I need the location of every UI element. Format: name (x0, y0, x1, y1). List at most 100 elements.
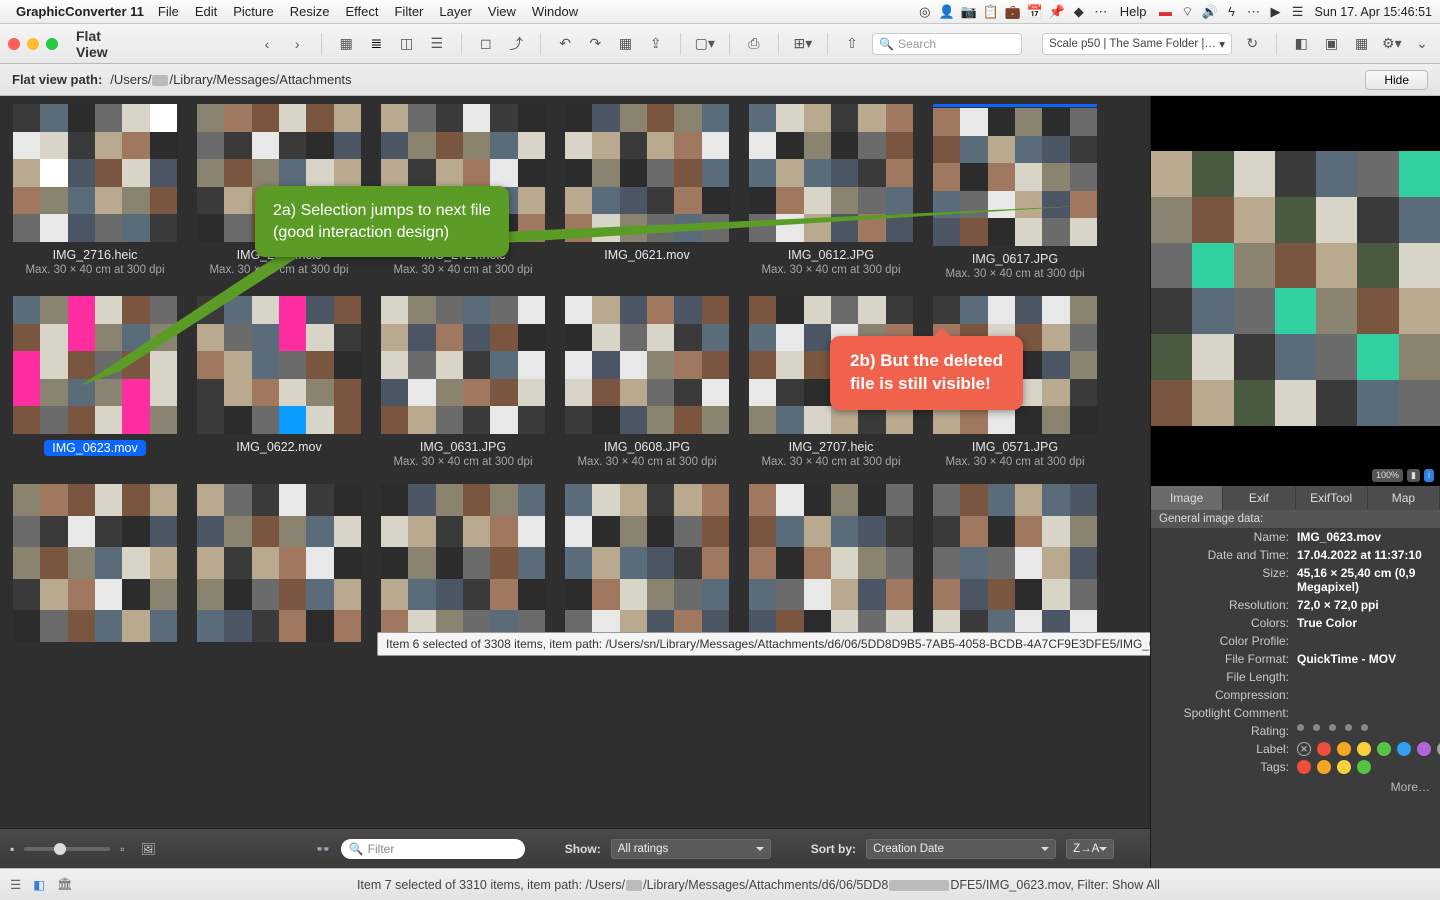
annotation-green: 2a) Selection jumps to next file (good i… (255, 186, 509, 257)
pathbar-label: Flat view path: (12, 72, 102, 87)
nav-forward-button[interactable]: › (287, 33, 307, 55)
histogram-icon[interactable]: ▮ (1407, 469, 1420, 482)
view-grid-icon[interactable]: ▦ (336, 33, 356, 55)
tab-image[interactable]: Image (1151, 486, 1223, 510)
menu-effect[interactable]: Effect (337, 4, 386, 19)
clock[interactable]: Sun 17. Apr 15:46:51 (1309, 5, 1432, 19)
browser-bottom-bar: ▪ ▫ 🖼 👓 🔍 Filter Show: All ratings Sort … (0, 828, 1150, 868)
calendar-icon[interactable]: 📅 (1024, 4, 1046, 20)
zoom-out-icon[interactable]: ▪ (10, 842, 14, 856)
info-filelength (1297, 670, 1432, 684)
zoom-badge[interactable]: 100% (1372, 469, 1403, 482)
menu-view[interactable]: View (480, 4, 524, 19)
filter-input[interactable]: 🔍 Filter (341, 839, 525, 859)
dots-icon[interactable]: ⋯ (1090, 4, 1112, 20)
pin-icon[interactable]: 📌 (1046, 4, 1068, 20)
status-bar: ☰ ◧ 🏛 Item 7 selected of 3310 items, ite… (0, 868, 1440, 900)
window-controls[interactable] (8, 38, 58, 50)
search-input[interactable]: 🔍 Search (872, 33, 1022, 55)
user-icon[interactable]: 👤 (936, 4, 958, 20)
rotate-left-icon[interactable]: ↶ (555, 33, 575, 55)
tab-exif[interactable]: Exif (1223, 486, 1295, 510)
bolt-icon[interactable]: ϟ (1221, 4, 1243, 19)
camera-icon[interactable]: 📷 (958, 4, 980, 20)
annotation-red: 2b) But the deleted file is still visibl… (830, 336, 1023, 410)
show-dropdown[interactable]: All ratings (611, 839, 771, 859)
panel-grid-icon[interactable]: ▦ (1352, 33, 1372, 55)
inspector: 100% ▮ i Image Exif ExifTool Map General… (1150, 96, 1440, 868)
reload-icon[interactable]: ↻ (1242, 33, 1262, 55)
toolbar: Flat View ‹ › ▦ ≣ ◫ ☰ ◻ ⤴ ↶ ↷ ▦ ⇪ ▢▾ ⎙ ⊞… (0, 24, 1440, 64)
menu-resize[interactable]: Resize (282, 4, 338, 19)
rating-dots[interactable] (1297, 724, 1432, 731)
view-columns-icon[interactable]: ◫ (397, 33, 417, 55)
briefcase-icon[interactable]: 💼 (1002, 4, 1024, 20)
clipboard-icon[interactable]: 📋 (980, 4, 1002, 20)
path-text[interactable]: /Users//Library/Messages/Attachments (110, 72, 351, 87)
info-icon[interactable]: i (1424, 469, 1434, 482)
menu-filter[interactable]: Filter (386, 4, 431, 19)
rotate-right-icon[interactable]: ↷ (585, 33, 605, 55)
sort-order-dropdown[interactable]: Z→A (1066, 839, 1114, 859)
picture-icon[interactable]: 🖼 (141, 842, 156, 856)
thumb-size-slider[interactable] (24, 847, 110, 851)
panel-image-icon[interactable]: ▣ (1321, 33, 1341, 55)
info-profile (1297, 634, 1432, 648)
batch-dropdown[interactable]: Scale p50 | The Same Folder |…▾ (1042, 33, 1232, 55)
glasses-icon[interactable]: 👓 (316, 842, 331, 856)
inspector-tabs: Image Exif ExifTool Map (1151, 486, 1440, 510)
volume-icon[interactable]: 🔊 (1199, 4, 1221, 20)
tag-icon[interactable]: ◆ (1068, 4, 1090, 20)
sort-dropdown[interactable]: Creation Date (866, 839, 1056, 859)
app-name[interactable]: GraphicConverter 11 (16, 4, 144, 19)
share-icon[interactable]: ⇧ (842, 33, 862, 55)
status-tooltip: Item 6 selected of 3308 items, item path… (377, 632, 1150, 656)
more-icon[interactable]: ⋯ (1243, 4, 1265, 20)
info-spotlight (1297, 706, 1432, 720)
tab-map[interactable]: Map (1368, 486, 1440, 510)
hide-button[interactable]: Hide (1365, 70, 1428, 90)
nav-back-button[interactable]: ‹ (257, 33, 277, 55)
menu-layer[interactable]: Layer (431, 4, 480, 19)
view-list-icon[interactable]: ≣ (366, 33, 386, 55)
flag-icon[interactable]: ▬ (1155, 4, 1177, 19)
more-button[interactable]: More… (1151, 776, 1440, 798)
redacted-icon (889, 880, 949, 891)
menu-help[interactable]: Help (1112, 4, 1155, 19)
export-icon[interactable]: ⇪ (646, 33, 666, 55)
screens-icon[interactable]: ▢▾ (695, 33, 715, 55)
inspector-header: General image data: (1151, 510, 1440, 528)
menu-edit[interactable]: Edit (187, 4, 225, 19)
info-resolution: 72,0 × 72,0 ppi (1297, 598, 1432, 612)
wifi-icon[interactable]: ⌔ (1177, 4, 1199, 20)
target-icon[interactable]: ◎ (914, 4, 936, 20)
menu-picture[interactable]: Picture (225, 4, 281, 19)
control-icon[interactable]: ☰ (1287, 4, 1309, 20)
zoom-in-icon[interactable]: ▫ (120, 842, 124, 856)
show-label: Show: (565, 842, 601, 856)
print-icon[interactable]: ⎙ (744, 33, 764, 55)
panel-left-icon[interactable]: ◧ (1291, 33, 1311, 55)
info-colors: True Color (1297, 616, 1432, 630)
play-icon[interactable]: ▶ (1265, 4, 1287, 20)
view-flat-icon[interactable]: ☰ (427, 33, 447, 55)
list-icon[interactable]: ☰ (10, 877, 21, 892)
gear-icon[interactable]: ⚙▾ (1382, 33, 1402, 55)
sidebar-icon[interactable]: ◧ (33, 877, 45, 892)
label-colors[interactable]: ✕ (1297, 742, 1440, 756)
grid-icon[interactable]: ⊞▾ (793, 33, 813, 55)
menubar: GraphicConverter 11 File Edit Picture Re… (0, 0, 1440, 24)
link-icon[interactable]: ⤴ (506, 33, 526, 55)
menu-file[interactable]: File (150, 4, 187, 19)
tab-exiftool[interactable]: ExifTool (1296, 486, 1368, 510)
chevron-icon[interactable]: ⌄ (1412, 33, 1432, 55)
tag-colors[interactable] (1297, 760, 1432, 774)
building-icon[interactable]: 🏛 (57, 877, 73, 892)
info-name: IMG_0623.mov (1297, 530, 1432, 544)
preview-area[interactable]: 100% ▮ i (1151, 96, 1440, 486)
info-compression (1297, 688, 1432, 702)
crop-icon[interactable]: ◻ (476, 33, 496, 55)
sort-label: Sort by: (811, 842, 856, 856)
menu-window[interactable]: Window (524, 4, 586, 19)
calendar-icon[interactable]: ▦ (615, 33, 635, 55)
